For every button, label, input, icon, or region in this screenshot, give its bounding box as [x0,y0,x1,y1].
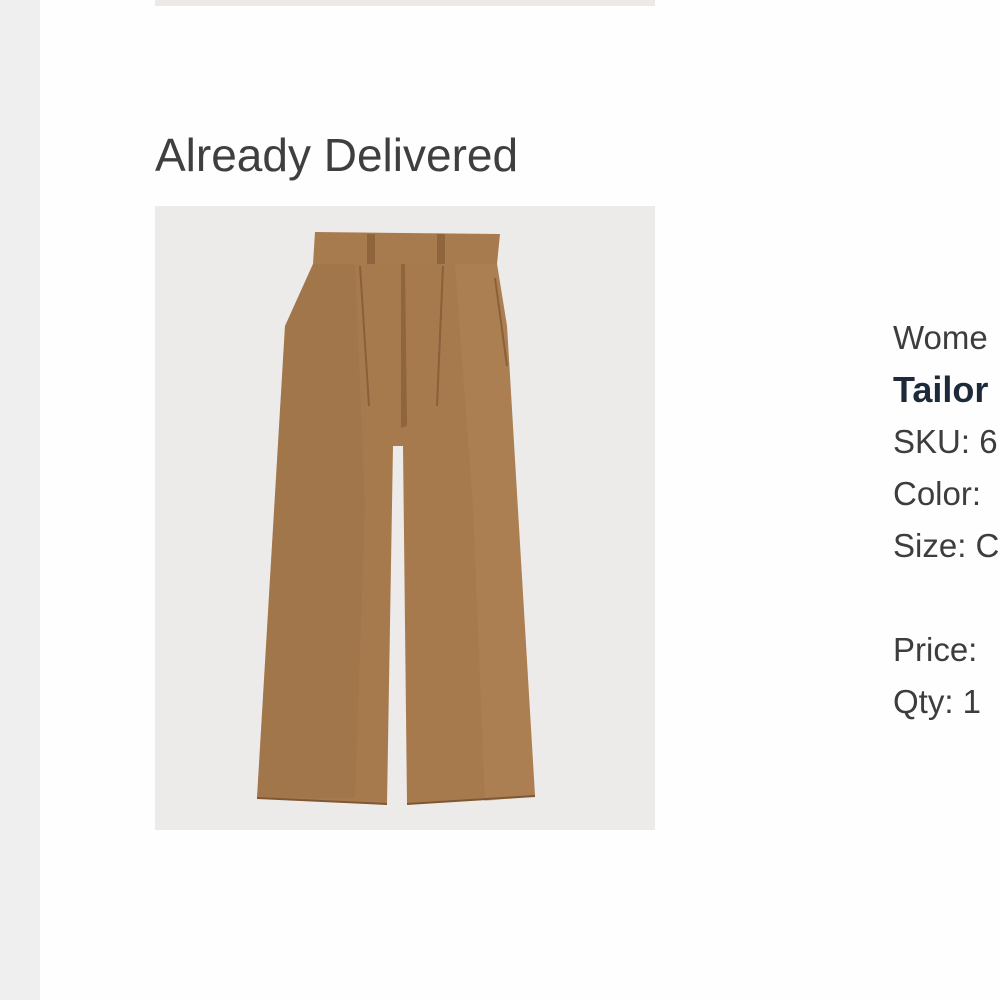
product-category: Wome [893,319,988,356]
product-sku: SKU: 6 [893,423,998,460]
product-details: Wome Tailor SKU: 6 Color: Size: C Price:… [893,312,1000,728]
order-content: Already Delivered Wome Tailor SKU: 6 Col… [40,0,1000,1000]
product-image[interactable] [155,206,655,830]
pants-illustration [256,232,536,805]
left-gutter [0,0,40,1000]
details-spacer [893,572,1000,624]
section-heading: Already Delivered [155,129,519,181]
previous-item-image [155,0,655,6]
product-size: Size: C [893,527,1000,564]
product-price: Price: [893,631,978,668]
product-qty: Qty: 1 [893,683,982,720]
product-color: Color: [893,475,982,512]
product-name[interactable]: Tailor [893,364,1000,416]
